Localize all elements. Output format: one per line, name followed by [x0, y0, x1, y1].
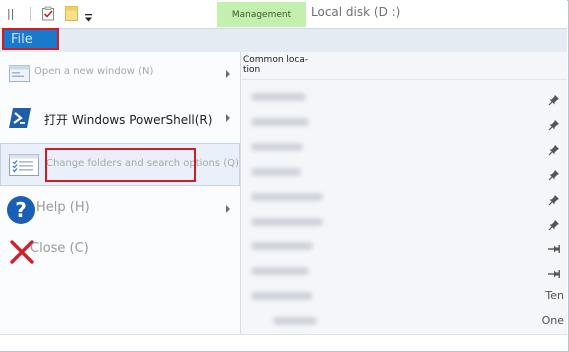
menu-item-help[interactable]: ? Help (H) — [0, 190, 240, 228]
properties-check-icon[interactable] — [41, 6, 55, 21]
blurred-location-name — [251, 193, 323, 201]
list-item-trailing-text: One — [541, 314, 564, 327]
menu-item-label: 打开 Windows PowerShell(R) — [44, 113, 213, 127]
blurred-location-name — [251, 143, 303, 151]
menu-item-label: Help (H) — [36, 200, 90, 215]
header-divider — [241, 79, 567, 80]
customize-quick-access-icon[interactable] — [84, 8, 93, 22]
list-item[interactable] — [241, 234, 567, 258]
file-tab-highlight — [2, 28, 59, 50]
folder-options-highlight — [45, 148, 196, 182]
window-title: Local disk (D :) — [311, 5, 401, 19]
submenu-arrow-icon — [226, 70, 230, 78]
ribbon-bar — [0, 28, 567, 53]
blurred-location-name — [251, 242, 313, 250]
unpin-icon[interactable] — [548, 240, 560, 253]
menu-item-label: Open a new window (N) — [34, 66, 154, 77]
list-item-trailing-text: Ten — [545, 289, 564, 302]
blurred-location-name — [273, 317, 317, 325]
blurred-location-name — [251, 118, 309, 126]
pin-icon[interactable] — [548, 166, 560, 181]
blurred-location-name — [251, 168, 301, 176]
common-locations-header: Common loca- tion — [243, 55, 309, 75]
pin-icon[interactable] — [548, 191, 560, 206]
blurred-location-name — [251, 267, 309, 275]
list-item[interactable]: One — [241, 309, 567, 333]
list-item[interactable] — [241, 160, 567, 184]
status-bar — [0, 334, 567, 351]
folder-options-icon — [9, 154, 39, 176]
menu-item-open-new-window[interactable]: Open a new window (N) — [0, 56, 240, 92]
list-item[interactable] — [241, 210, 567, 234]
menu-item-close[interactable]: Close (C) — [0, 234, 240, 270]
list-item[interactable] — [241, 85, 567, 109]
unpin-icon[interactable] — [548, 265, 560, 278]
quick-access-separator: || — [7, 7, 15, 20]
pin-icon[interactable] — [548, 116, 560, 131]
pin-icon[interactable] — [548, 141, 560, 156]
menu-item-label: Close (C) — [30, 241, 89, 256]
list-item[interactable] — [241, 259, 567, 283]
list-item[interactable] — [241, 185, 567, 209]
list-item[interactable] — [241, 135, 567, 159]
powershell-icon — [9, 107, 31, 129]
quick-access-divider — [30, 7, 31, 21]
list-item[interactable]: Ten — [241, 284, 567, 308]
management-context-tab[interactable]: Management — [217, 2, 306, 27]
help-icon: ? — [6, 195, 36, 225]
window-icon — [9, 63, 31, 83]
blurred-location-name — [251, 93, 306, 101]
blurred-location-name — [251, 218, 323, 226]
pin-icon[interactable] — [548, 216, 560, 231]
title-bar: || Management Local disk (D :) — [0, 0, 567, 28]
menu-item-powershell[interactable]: 打开 Windows PowerShell(R) — [0, 98, 240, 138]
submenu-arrow-icon — [226, 205, 230, 213]
pin-icon[interactable] — [548, 91, 560, 106]
list-item[interactable] — [241, 110, 567, 134]
new-folder-icon[interactable] — [65, 6, 78, 21]
blurred-location-name — [251, 292, 313, 300]
submenu-arrow-icon — [226, 114, 230, 122]
svg-text:?: ? — [15, 198, 27, 222]
